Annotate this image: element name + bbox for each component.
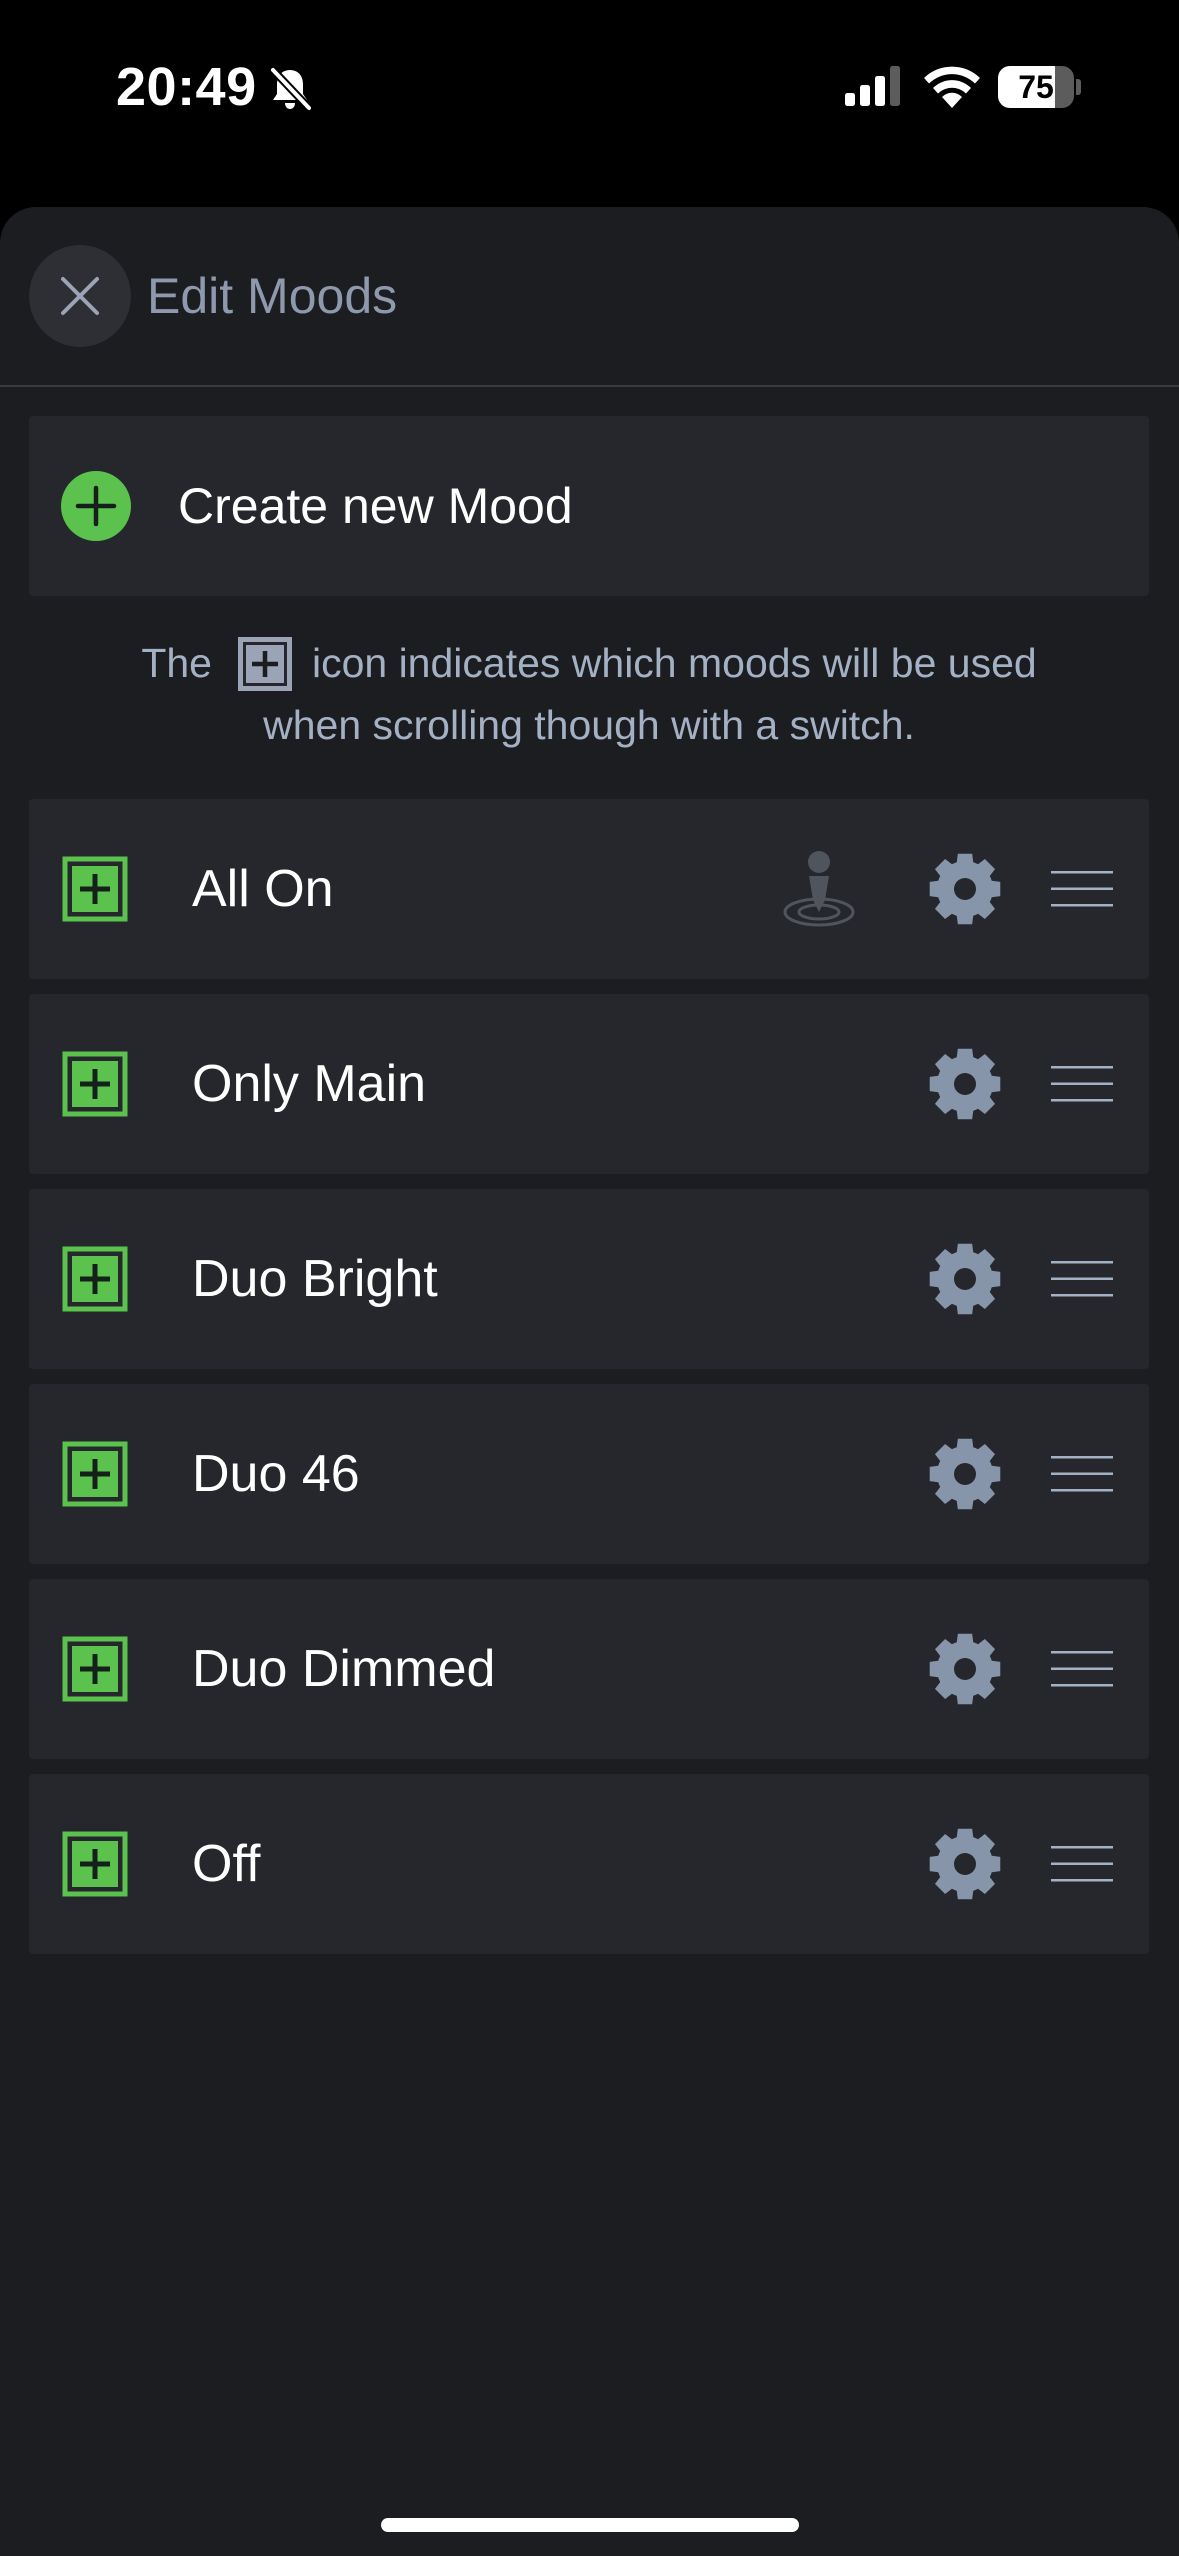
drag-handle-icon[interactable] (1051, 1845, 1113, 1883)
plus-square-icon[interactable] (62, 1051, 128, 1117)
gear-icon[interactable] (927, 1631, 1003, 1707)
drag-handle-icon[interactable] (1051, 1650, 1113, 1688)
drag-handle-icon[interactable] (1051, 1260, 1113, 1298)
plus-square-icon[interactable] (62, 1441, 128, 1507)
sheet-header: Edit Moods (0, 207, 1179, 387)
info-text-prefix: The (141, 640, 212, 686)
gear-icon[interactable] (927, 1826, 1003, 1902)
plus-square-icon (237, 637, 292, 691)
mood-row[interactable]: Duo Bright (29, 1189, 1149, 1369)
cellular-signal-icon (845, 66, 900, 106)
mood-name: Off (192, 1835, 261, 1893)
drag-handle-icon[interactable] (1051, 1455, 1113, 1493)
gear-icon[interactable] (927, 851, 1003, 927)
plus-square-icon[interactable] (62, 1831, 128, 1897)
close-button[interactable] (29, 245, 131, 347)
info-text-suffix: icon indicates which moods will be used (311, 640, 1037, 686)
mood-name: Duo Dimmed (192, 1640, 496, 1698)
mood-row[interactable]: All On (29, 799, 1149, 979)
plus-square-icon[interactable] (62, 856, 128, 922)
plus-square-icon[interactable] (62, 1636, 128, 1702)
edit-moods-sheet: Edit Moods Create new Mood The icon indi… (0, 207, 1179, 2456)
create-mood-button[interactable]: Create new Mood (29, 416, 1149, 596)
gear-icon[interactable] (927, 1436, 1003, 1512)
drag-handle-icon[interactable] (1051, 1065, 1113, 1103)
info-text-line-2: when scrolling though with a switch. (263, 702, 915, 748)
plus-square-icon[interactable] (62, 1246, 128, 1312)
wifi-icon (924, 66, 980, 108)
switch-info-text: The icon indicates which moods will be u… (29, 632, 1149, 756)
mood-name: Duo Bright (192, 1250, 438, 1308)
mood-name: Only Main (192, 1055, 427, 1113)
status-bar: 20:49 75 (0, 0, 1179, 175)
home-indicator[interactable] (381, 2518, 799, 2532)
battery-icon: 75 (998, 66, 1081, 108)
gear-icon[interactable] (927, 1046, 1003, 1122)
mood-name: All On (192, 860, 334, 918)
battery-percent: 75 (1018, 69, 1054, 105)
close-icon (61, 277, 99, 315)
mood-name: Duo 46 (192, 1445, 360, 1503)
status-time: 20:49 (116, 57, 257, 117)
mood-row[interactable]: Duo Dimmed (29, 1579, 1149, 1759)
plus-circle-icon (61, 471, 131, 541)
create-mood-label: Create new Mood (178, 478, 573, 534)
gear-icon[interactable] (927, 1241, 1003, 1317)
mood-row[interactable]: Duo 46 (29, 1384, 1149, 1564)
drag-handle-icon[interactable] (1051, 870, 1113, 908)
page-title: Edit Moods (147, 268, 398, 324)
switch-marker-icon[interactable] (781, 850, 857, 928)
bell-slash-icon (269, 66, 312, 112)
mood-row[interactable]: Only Main (29, 994, 1149, 1174)
bottom-bar (0, 2456, 1179, 2556)
mood-row[interactable]: Off (29, 1774, 1149, 1954)
